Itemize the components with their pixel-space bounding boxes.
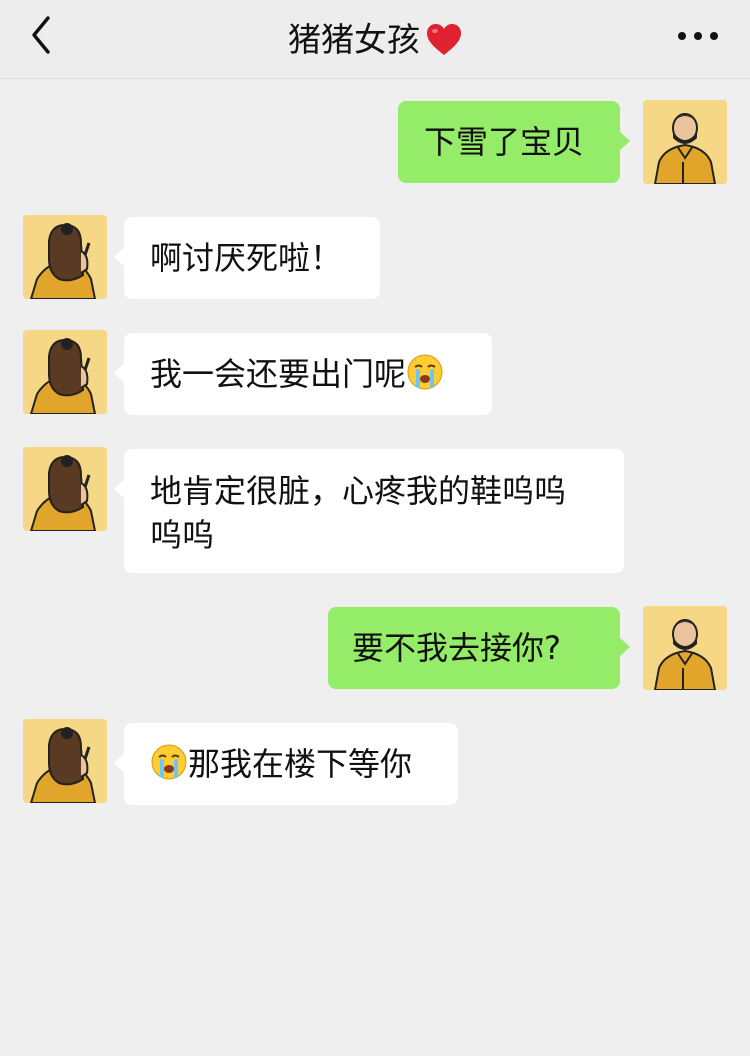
man-avatar-icon xyxy=(643,606,727,690)
message-text: 下雪了宝贝 xyxy=(424,123,585,161)
message-text-line: 呜呜 xyxy=(150,516,215,554)
woman-avatar-icon xyxy=(23,447,107,531)
message-bubble[interactable]: 下雪了宝贝 xyxy=(398,101,630,183)
chat-header: 猪猪女孩 xyxy=(0,0,750,79)
contact-avatar[interactable] xyxy=(23,719,107,803)
my-avatar[interactable] xyxy=(643,100,727,184)
more-dots-icon xyxy=(678,32,718,40)
chat-title-container: 猪猪女孩 xyxy=(0,18,750,68)
woman-avatar-icon xyxy=(23,330,107,414)
man-avatar-icon xyxy=(643,100,727,184)
contact-avatar[interactable] xyxy=(23,330,107,414)
message-text: 要不我去接你? xyxy=(352,629,561,667)
contact-avatar[interactable] xyxy=(23,215,107,299)
contact-avatar[interactable] xyxy=(23,447,107,531)
message-bubble[interactable]: 那我在楼下等你 xyxy=(114,723,458,805)
message-text: 那我在楼下等你 xyxy=(188,745,413,783)
message-text: 啊讨厌死啦！ xyxy=(150,239,343,277)
message-bubble[interactable]: 我一会还要出门呢 xyxy=(114,333,492,415)
message-bubble[interactable]: 要不我去接你? xyxy=(328,607,630,689)
message-text: 我一会还要出门呢 xyxy=(150,355,407,393)
message-text-line: 地肯定很脏，心疼我的鞋呜呜 xyxy=(150,472,567,510)
message-bubble[interactable]: 地肯定很脏，心疼我的鞋呜呜 呜呜 xyxy=(114,449,624,573)
woman-avatar-icon xyxy=(23,215,107,299)
message-bubble[interactable]: 啊讨厌死啦！ xyxy=(114,217,380,299)
my-avatar[interactable] xyxy=(643,606,727,690)
crying-face-icon xyxy=(150,743,188,781)
more-options-button[interactable] xyxy=(676,24,720,48)
chat-title: 猪猪女孩 xyxy=(288,20,420,59)
red-heart-icon xyxy=(426,23,462,68)
crying-face-icon xyxy=(406,353,444,391)
woman-avatar-icon xyxy=(23,719,107,803)
